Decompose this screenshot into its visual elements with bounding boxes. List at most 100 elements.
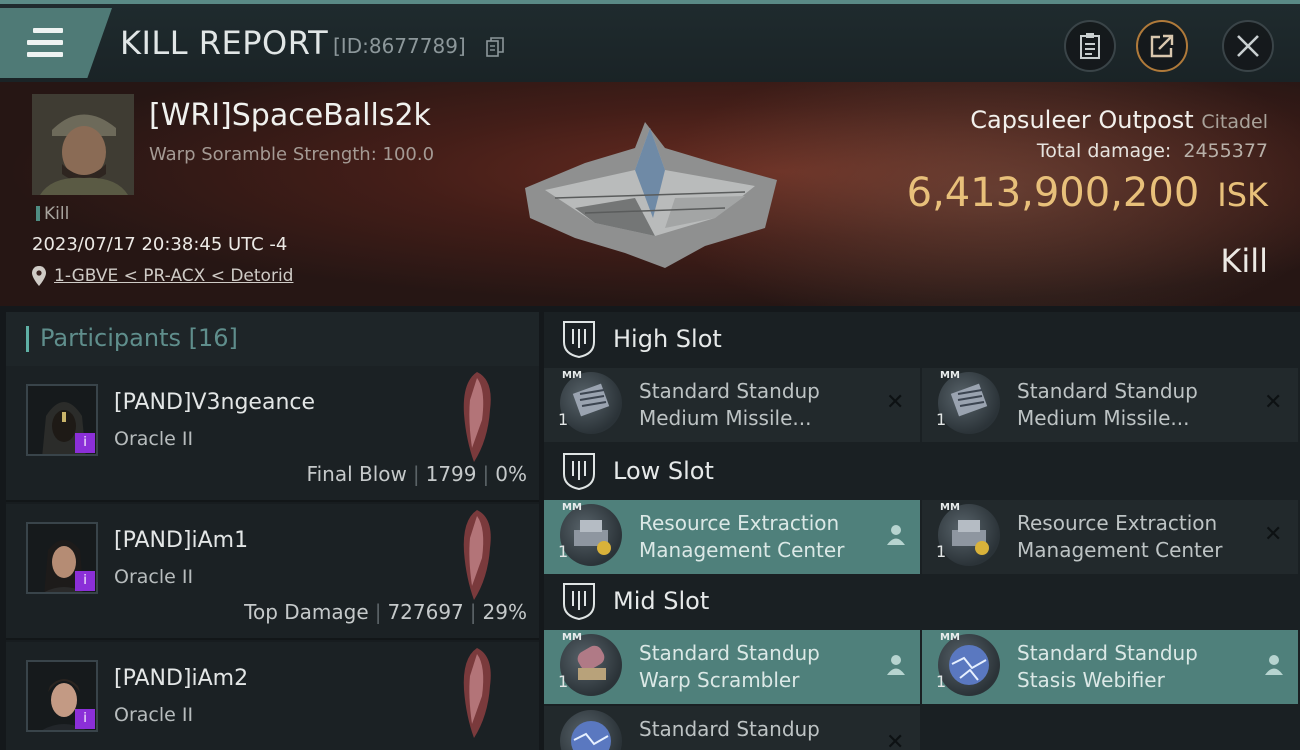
menu-button[interactable] <box>0 8 112 78</box>
mid-slot-label: Mid Slot <box>613 587 710 615</box>
slot-shield-icon <box>563 453 595 490</box>
module-name-line1: Standard Standup <box>639 379 820 403</box>
module-name-line1: Standard Standup <box>639 641 820 665</box>
module-name-line1: Standard Standup <box>1017 641 1198 665</box>
map-pin-icon <box>32 266 46 286</box>
location-link[interactable]: 1-GBVE < PR-ACX < Detorid <box>54 266 293 286</box>
meta-tag: MM <box>562 502 582 513</box>
participant-name: [PAND]iAm2 <box>114 666 249 691</box>
victim-portrait[interactable] <box>32 94 134 195</box>
participant-name: [PAND]iAm1 <box>114 528 249 553</box>
meta-tag: MM <box>940 370 960 381</box>
module-name: Standard Standup <box>639 716 820 743</box>
fitting-slots-panel[interactable]: High Slot MM 1 Standard Standup Medium M… <box>544 312 1300 750</box>
target-type: Citadel <box>1201 111 1268 133</box>
share-button[interactable] <box>1136 20 1188 72</box>
participant-ship: Oracle II <box>114 428 194 450</box>
module-card[interactable]: Standard Standup ✕ <box>544 706 920 750</box>
x-icon: ✕ <box>1264 522 1283 547</box>
header-accent <box>26 326 29 352</box>
close-icon <box>1237 35 1259 57</box>
missile-launcher-icon <box>560 372 622 434</box>
resource-extraction-icon <box>938 504 1000 566</box>
module-card[interactable]: MM 1 Standard Standup Medium Missile... … <box>922 368 1298 442</box>
module-name-line1: Standard Standup <box>639 717 820 741</box>
module-name: Standard Standup Medium Missile... <box>1017 378 1198 432</box>
meta-tag: MM <box>562 632 582 643</box>
participant-damage: 1799 <box>425 462 477 486</box>
isk-value: 6,413,900,200 ISK <box>907 170 1268 216</box>
participant-name: [PAND]V3ngeance <box>114 390 316 415</box>
participant-ship: Oracle II <box>114 566 194 588</box>
module-card[interactable]: MM 1 Resource Extraction Management Cent… <box>544 500 920 574</box>
module-name-line2: Management Center <box>639 538 845 562</box>
kill-tag: Kill <box>36 204 69 224</box>
module-name: Standard Standup Warp Scrambler <box>639 640 820 694</box>
low-slot-label: Low Slot <box>613 457 714 485</box>
participant-role: Final Blow <box>306 462 407 486</box>
isk-unit: ISK <box>1217 176 1268 214</box>
close-button[interactable] <box>1222 20 1274 72</box>
module-qty: 1 <box>558 410 569 429</box>
slot-shield-icon <box>563 583 595 620</box>
total-damage: Total damage: 2455377 <box>1037 140 1268 162</box>
page-title: KILL REPORT <box>120 24 329 62</box>
module-card[interactable]: MM 1 Standard Standup Medium Missile... … <box>544 368 920 442</box>
top-bar: KILL REPORT [ID:8677789] <box>0 0 1300 82</box>
ship-icon <box>463 372 491 462</box>
stasis-webifier-icon <box>938 634 1000 696</box>
participants-header: Participants [16] <box>6 312 539 366</box>
module-card[interactable]: MM 1 Standard Standup Stasis Webifier <box>922 630 1298 704</box>
stasis-webifier-icon <box>560 710 622 750</box>
participant-percent: 0% <box>495 462 527 486</box>
person-icon <box>1265 655 1283 675</box>
module-qty: 1 <box>936 672 947 691</box>
slot-shield-icon <box>563 321 595 358</box>
participant-stats: Top Damage | 727697 | 29% <box>244 600 527 624</box>
module-qty: 1 <box>936 410 947 429</box>
participant-row[interactable]: i [PAND]iAm2 Oracle II <box>6 642 539 750</box>
victim-name[interactable]: [WRI]SpaceBalls2k <box>149 98 431 133</box>
avatar: i <box>26 660 98 732</box>
person-icon <box>887 525 905 545</box>
module-qty: 1 <box>936 542 947 561</box>
citadel-structure-image <box>525 122 777 268</box>
meta-tag: MM <box>940 502 960 513</box>
meta-tag: MM <box>562 370 582 381</box>
kill-location[interactable]: 1-GBVE < PR-ACX < Detorid <box>32 266 293 286</box>
ship-icon <box>463 510 491 600</box>
total-damage-value: 2455377 <box>1183 140 1268 162</box>
pilot-portrait-image <box>32 94 134 195</box>
resource-extraction-icon <box>560 504 622 566</box>
person-icon <box>887 655 905 675</box>
module-name-line2: Stasis Webifier <box>1017 668 1165 692</box>
avatar: i <box>26 384 98 456</box>
module-card[interactable]: MM 1 Standard Standup Warp Scrambler <box>544 630 920 704</box>
participant-ship: Oracle II <box>114 704 194 726</box>
participants-panel[interactable]: Participants [16] i [PAND]V3ngeance Orac… <box>6 312 539 750</box>
module-name-line2: Medium Missile... <box>639 406 812 430</box>
copy-icon[interactable] <box>486 37 504 57</box>
high-slot-label: High Slot <box>613 325 722 353</box>
module-name-line2: Warp Scrambler <box>639 668 800 692</box>
clipboard-button[interactable] <box>1064 20 1116 72</box>
module-card[interactable]: MM 1 Resource Extraction Management Cent… <box>922 500 1298 574</box>
kill-datetime: 2023/07/17 20:38:45 UTC -4 <box>32 234 288 255</box>
module-name: Standard Standup Stasis Webifier <box>1017 640 1198 694</box>
avatar: i <box>26 522 98 594</box>
participant-row[interactable]: i [PAND]iAm1 Oracle II Top Damage | 727697… <box>6 504 539 640</box>
x-icon: ✕ <box>886 390 905 415</box>
warp-scrambler-icon <box>560 634 622 696</box>
module-name-line1: Resource Extraction <box>639 511 840 535</box>
module-name-line2: Management Center <box>1017 538 1223 562</box>
participant-percent: 29% <box>482 600 527 624</box>
hamburger-icon <box>27 28 63 64</box>
module-qty: 1 <box>558 672 569 691</box>
low-slot-header: Low Slot <box>544 444 1300 500</box>
participant-row[interactable]: i [PAND]V3ngeance Oracle II Final Blow | 1… <box>6 366 539 502</box>
kill-summary-banner: [WRI]SpaceBalls2k Warp Soramble Strength… <box>0 82 1300 306</box>
warp-scramble-strength: Warp Soramble Strength: 100.0 <box>149 144 435 165</box>
report-id: [ID:8677789] <box>333 34 466 58</box>
x-icon: ✕ <box>1264 390 1283 415</box>
total-damage-label: Total damage: <box>1036 140 1172 162</box>
